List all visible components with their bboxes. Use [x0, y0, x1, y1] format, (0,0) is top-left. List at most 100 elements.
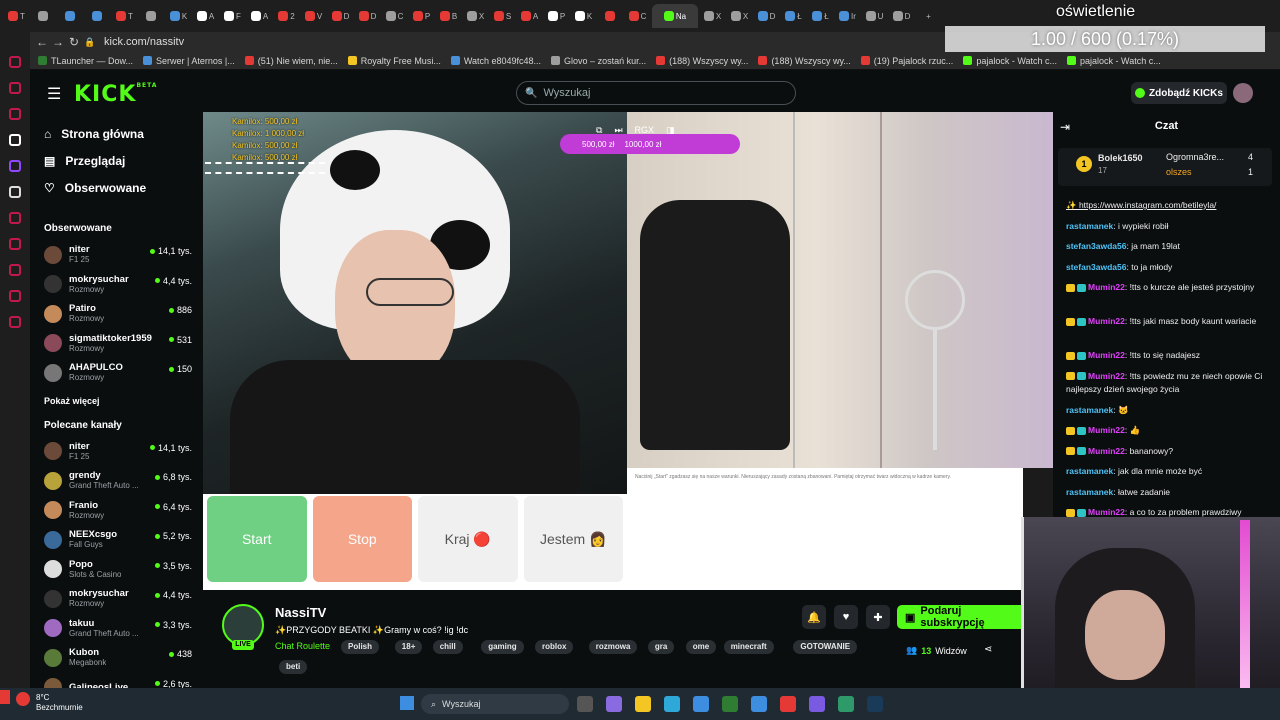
stream-tag[interactable]: gra — [647, 640, 675, 654]
browser-tab[interactable]: C — [625, 4, 650, 28]
stream-tag[interactable]: gaming — [481, 640, 524, 654]
stream-tag[interactable]: beti — [279, 660, 308, 674]
taskbar-search[interactable]: ⌕ Wyszukaj — [421, 694, 569, 714]
channel-item[interactable]: mokrysuchar Rozmowy 4,4 tys. — [30, 270, 200, 300]
bookmark-item[interactable]: Watch e8049fc48... — [450, 56, 541, 66]
channel-name[interactable]: NassiTV — [275, 605, 326, 620]
user-avatar[interactable] — [1233, 83, 1253, 103]
bookmark-item[interactable]: Royalty Free Musi... — [347, 56, 441, 66]
stream-tag[interactable]: rozmowa — [588, 640, 638, 654]
roulette-button-4[interactable]: Jestem 👩 — [523, 496, 623, 582]
stream-tag[interactable]: minecraft — [723, 640, 774, 654]
twitch-rail-icon[interactable] — [9, 160, 21, 172]
windows-start-icon[interactable] — [400, 696, 414, 710]
menu-icon[interactable]: ☰ — [47, 84, 61, 104]
chat-link[interactable]: ✨ https://www.instagram.com/betileyla/ — [1066, 200, 1216, 210]
browser-tab[interactable]: C — [382, 4, 407, 28]
roulette-button-3[interactable]: Kraj 🔴 — [418, 496, 518, 582]
opera-icon[interactable] — [780, 696, 796, 712]
roulette-button-1[interactable]: Start — [207, 496, 307, 582]
browser-tab[interactable]: Ł — [781, 4, 806, 28]
sidebar-nav-item[interactable]: ⌂ Strona główna — [30, 120, 200, 147]
browser-tab[interactable]: B — [436, 4, 461, 28]
channel-item[interactable]: niter F1 25 14,1 tys. — [30, 437, 200, 467]
notifications-bell-icon[interactable]: 🔔 — [802, 605, 826, 629]
channel-item[interactable]: Kubon Megabonk 438 — [30, 643, 200, 673]
channel-item[interactable]: NEEXcsgo Fall Guys 5,2 tys. — [30, 525, 200, 555]
stream-tag[interactable]: GOTOWANIE — [793, 640, 858, 654]
browser-tab[interactable]: D — [889, 4, 914, 28]
sidebar-nav-item[interactable]: ♡ Obserwowane — [30, 174, 200, 201]
channel-item[interactable]: Patiro Rozmowy 886 — [30, 299, 200, 329]
stream-category[interactable]: Chat Roulette — [275, 641, 330, 651]
copilot-icon[interactable] — [606, 696, 622, 712]
channel-item[interactable]: Popo Slots & Casino 3,5 tys. — [30, 555, 200, 585]
channel-item[interactable]: grendy Grand Theft Auto ... 6,8 tys. — [30, 466, 200, 496]
vpn-rail-icon[interactable] — [9, 264, 21, 276]
history-icon[interactable] — [9, 56, 21, 68]
messenger-icon[interactable] — [9, 82, 21, 94]
chat-username[interactable]: Mumin22 — [1088, 316, 1125, 326]
chat-username[interactable]: rastamanek — [1066, 221, 1113, 231]
share-icon[interactable]: ⋖ — [984, 644, 992, 655]
x-rail-icon[interactable] — [9, 186, 21, 198]
channel-item[interactable]: AHAPULCO Rozmowy 150 — [30, 358, 200, 388]
bookmark-item[interactable]: pajalock - Watch c... — [963, 56, 1057, 66]
browser-tab[interactable]: Ł — [808, 4, 833, 28]
chat-username[interactable]: Mumin22 — [1088, 446, 1125, 456]
channel-item[interactable]: mokrysuchar Rozmowy 4,4 tys. — [30, 584, 200, 614]
search-input[interactable]: 🔍 Wyszukaj — [516, 81, 796, 105]
browser-tab[interactable]: A — [517, 4, 542, 28]
follow-heart-icon[interactable]: ♥ — [834, 605, 858, 629]
browser-tab[interactable]: D — [754, 4, 779, 28]
app-icon[interactable] — [838, 696, 854, 712]
chat-username[interactable]: Mumin22 — [1088, 282, 1125, 292]
browser-tab[interactable]: K — [166, 4, 191, 28]
explorer-icon[interactable] — [577, 696, 593, 712]
browser-tab[interactable]: A — [193, 4, 218, 28]
chat-username[interactable]: rastamanek — [1066, 487, 1113, 497]
bookmark-item[interactable]: (188) Wszyscy wy... — [656, 56, 748, 66]
browser-tab[interactable]: X — [700, 4, 725, 28]
ai-rail-icon[interactable] — [9, 290, 21, 302]
browser-tab[interactable]: F — [220, 4, 245, 28]
browser-tab[interactable]: V — [301, 4, 326, 28]
browser-tab[interactable]: T — [4, 4, 29, 28]
discord-icon[interactable] — [809, 696, 825, 712]
browser-tab[interactable] — [139, 4, 164, 28]
browser-tab[interactable] — [598, 4, 623, 28]
chat-username[interactable]: rastamanek — [1066, 466, 1113, 476]
settings-rail-icon[interactable] — [9, 316, 21, 328]
reload-icon[interactable]: ↻ — [66, 35, 82, 49]
wallet-rail-icon[interactable] — [9, 238, 21, 250]
stream-tag[interactable]: ome — [685, 640, 717, 654]
get-kicks-button[interactable]: Zdobądź KICKs — [1131, 82, 1227, 104]
player-rail-icon[interactable] — [9, 212, 21, 224]
bookmark-item[interactable]: Glovo – zostań kur... — [551, 56, 646, 66]
chat-username[interactable]: stefan3awda56 — [1066, 262, 1126, 272]
browser-tab[interactable]: 2 — [274, 4, 299, 28]
kick-rail-icon[interactable] — [9, 134, 21, 146]
browser-tab[interactable]: P — [544, 4, 569, 28]
whatsapp-icon[interactable] — [9, 108, 21, 120]
folder-icon[interactable] — [635, 696, 651, 712]
channel-item[interactable]: niter F1 25 14,1 tys. — [30, 240, 200, 270]
stream-tag[interactable]: Polish — [341, 640, 380, 654]
stream-tag[interactable]: roblox — [535, 640, 574, 654]
vscode-icon[interactable] — [751, 696, 767, 712]
chat-username[interactable]: Mumin22 — [1088, 507, 1125, 517]
channel-item[interactable]: Franio Rozmowy 6,4 tys. — [30, 496, 200, 526]
browser-tab[interactable] — [85, 4, 110, 28]
browser-tab[interactable]: K — [571, 4, 596, 28]
chat-username[interactable]: Mumin22 — [1088, 425, 1125, 435]
stream-tag[interactable]: 18+ — [394, 640, 423, 654]
bookmark-item[interactable]: TLauncher — Dow... — [38, 56, 133, 66]
show-more-link[interactable]: Pokaż więcej — [30, 396, 200, 406]
bookmark-item[interactable]: pajalock - Watch c... — [1067, 56, 1161, 66]
chat-username[interactable]: Mumin22 — [1088, 371, 1125, 381]
steam-icon[interactable] — [867, 696, 883, 712]
bookmark-item[interactable]: (188) Wszyscy wy... — [758, 56, 851, 66]
browser-tab[interactable]: U — [862, 4, 887, 28]
gift-subscription-button[interactable]: ▣ Podaruj subskrypcję — [897, 605, 1027, 629]
browser-tab[interactable]: Ir — [835, 4, 860, 28]
